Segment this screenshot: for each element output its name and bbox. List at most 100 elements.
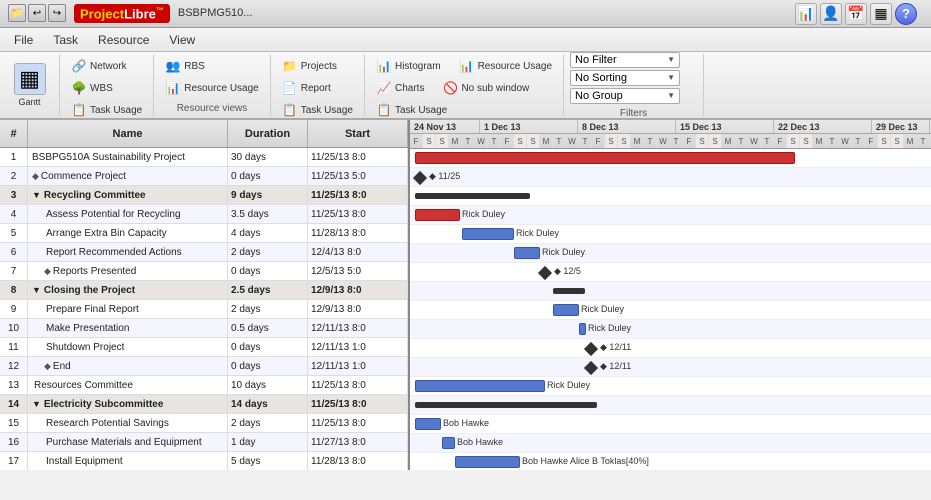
- table-row[interactable]: 14 ▼ Electricity Subcommittee 14 days 11…: [0, 395, 408, 414]
- row-start-cell: 12/11/13 8:0: [308, 319, 408, 337]
- no-filter-dropdown[interactable]: No Filter ▼: [570, 52, 680, 68]
- rbs-button[interactable]: 👥 RBS: [160, 56, 263, 76]
- gantt-bar-label: Bob Hawke Alice B Toklas[40%]: [522, 456, 649, 466]
- menu-file[interactable]: File: [4, 30, 43, 50]
- gantt-button[interactable]: ▦ Gantt: [7, 60, 53, 110]
- menu-task[interactable]: Task: [43, 30, 88, 50]
- gantt-row: Bob Hawke: [410, 434, 931, 453]
- calendar-icon[interactable]: 📅: [845, 3, 867, 25]
- other-task-usage-button[interactable]: 📋 Task Usage: [277, 100, 358, 120]
- resource-views-section: 👥 RBS 📊 Resource Usage Resource views: [154, 54, 270, 116]
- resource-usage-button[interactable]: 📊 Resource Usage: [160, 78, 263, 98]
- person-icon[interactable]: 👤: [820, 3, 842, 25]
- resource-usage-sub-button[interactable]: 📊 Resource Usage: [454, 56, 557, 76]
- no-sorting-arrow: ▼: [667, 73, 675, 82]
- chart-icon-1[interactable]: 📊: [795, 3, 817, 25]
- network-button[interactable]: 🔗 Network: [66, 56, 147, 76]
- menu-resource[interactable]: Resource: [88, 30, 159, 50]
- task-table-body: 1 BSBPG510A Sustainability Project 30 da…: [0, 148, 408, 470]
- table-row[interactable]: 4 Assess Potential for Recycling 3.5 day…: [0, 205, 408, 224]
- table-row[interactable]: 12 ◆ End 0 days 12/11/13 1:0: [0, 357, 408, 376]
- projects-button[interactable]: 📁 Projects: [277, 56, 358, 76]
- gantt-milestone-diamond: [584, 342, 598, 356]
- gantt-day-cell: T: [462, 134, 475, 148]
- sub-task-usage-button[interactable]: 📋 Task Usage: [371, 100, 452, 120]
- gantt-bar-label: Rick Duley: [516, 228, 559, 238]
- table-row[interactable]: 15 Research Potential Savings 2 days 11/…: [0, 414, 408, 433]
- row-dur-cell: 14 days: [228, 395, 308, 413]
- table-row[interactable]: 9 Prepare Final Report 2 days 12/9/13 8:…: [0, 300, 408, 319]
- projects-label: Projects: [301, 61, 337, 72]
- group-icon: ▼: [32, 190, 41, 200]
- gantt-bar-label: Bob Hawke: [457, 437, 503, 447]
- row-start-cell: 11/25/13 8:0: [308, 148, 408, 166]
- group-icon: ▼: [32, 285, 41, 295]
- table-row[interactable]: 3 ▼ Recycling Committee 9 days 11/25/13 …: [0, 186, 408, 205]
- row-name-cell: ▼ Recycling Committee: [28, 186, 228, 204]
- table-row[interactable]: 17 Install Equipment 5 days 11/28/13 8:0: [0, 452, 408, 470]
- row-start-cell: 11/25/13 5:0: [308, 167, 408, 185]
- table-row[interactable]: 6 Report Recommended Actions 2 days 12/4…: [0, 243, 408, 262]
- row-id-cell: 10: [0, 319, 28, 337]
- row-start-cell: 12/4/13 8:0: [308, 243, 408, 261]
- gantt-row: [410, 282, 931, 301]
- row-start-cell: 11/25/13 8:0: [308, 186, 408, 204]
- menu-view[interactable]: View: [159, 30, 205, 50]
- task-usage-button[interactable]: 📋 Task Usage: [66, 100, 147, 120]
- gantt-day-cell: S: [514, 134, 527, 148]
- row-name-cell: Make Presentation: [28, 319, 228, 337]
- histogram-button[interactable]: 📊 Histogram: [371, 56, 446, 76]
- table-row[interactable]: 5 Arrange Extra Bin Capacity 4 days 11/2…: [0, 224, 408, 243]
- window-icon-3[interactable]: ↪: [48, 4, 66, 22]
- wbs-button[interactable]: 🌳 WBS: [66, 78, 147, 98]
- gantt-task-bar: [415, 380, 545, 392]
- gantt-day-cell: F: [774, 134, 787, 148]
- gantt-task-bar: [462, 228, 514, 240]
- table-row[interactable]: 11 Shutdown Project 0 days 12/11/13 1:0: [0, 338, 408, 357]
- table-row[interactable]: 2 ◆ Commence Project 0 days 11/25/13 5:0: [0, 167, 408, 186]
- row-name: Electricity Subcommittee: [44, 399, 163, 410]
- gantt-task-bar: [415, 209, 460, 221]
- gantt-day-cell: T: [579, 134, 592, 148]
- gantt-bar-label: Bob Hawke: [443, 418, 489, 428]
- row-id-cell: 13: [0, 376, 28, 394]
- table-row[interactable]: 8 ▼ Closing the Project 2.5 days 12/9/13…: [0, 281, 408, 300]
- table-row[interactable]: 13 Resources Committee 10 days 11/25/13 …: [0, 376, 408, 395]
- gantt-day-cell: F: [683, 134, 696, 148]
- other-task-usage-icon: 📋: [282, 102, 298, 118]
- table-row[interactable]: 1 BSBPG510A Sustainability Project 30 da…: [0, 148, 408, 167]
- table-row[interactable]: 10 Make Presentation 0.5 days 12/11/13 8…: [0, 319, 408, 338]
- help-button[interactable]: ?: [895, 3, 917, 25]
- charts-button[interactable]: 📈 Charts: [371, 78, 429, 98]
- network-icon: 🔗: [71, 58, 87, 74]
- report-button[interactable]: 📄 Report: [277, 78, 358, 98]
- table-row[interactable]: 16 Purchase Materials and Equipment 1 da…: [0, 433, 408, 452]
- col-header-start[interactable]: Start: [308, 120, 408, 147]
- row-name-cell: Research Potential Savings: [28, 414, 228, 432]
- gantt-row: Rick Duley: [410, 301, 931, 320]
- gantt-day-cell: S: [618, 134, 631, 148]
- row-name-cell: Prepare Final Report: [28, 300, 228, 318]
- col-header-duration[interactable]: Duration: [228, 120, 308, 147]
- gantt-icon[interactable]: ▦: [870, 3, 892, 25]
- gantt-day-cell: M: [722, 134, 735, 148]
- no-sorting-dropdown[interactable]: No Sorting ▼: [570, 70, 680, 86]
- no-sub-window-button[interactable]: 🚫 No sub window: [437, 78, 534, 98]
- col-header-name[interactable]: Name: [28, 120, 228, 147]
- row-start-cell: 11/25/13 8:0: [308, 414, 408, 432]
- filters-label: Filters: [570, 106, 697, 119]
- row-name: Arrange Extra Bin Capacity: [46, 228, 167, 239]
- no-group-dropdown[interactable]: No Group ▼: [570, 88, 680, 104]
- table-row[interactable]: 7 ◆ Reports Presented 0 days 12/5/13 5:0: [0, 262, 408, 281]
- row-dur-cell: 0 days: [228, 338, 308, 356]
- gantt-day-cell: W: [657, 134, 670, 148]
- window-icon-2[interactable]: ↩: [28, 4, 46, 22]
- row-name: BSBPG510A Sustainability Project: [32, 152, 185, 163]
- row-id-cell: 17: [0, 452, 28, 470]
- row-id-cell: 5: [0, 224, 28, 242]
- gantt-days-row: FSSMTWTFSSMTWTFSSMTWTFSSMTWTFSSMTWTFSSMT: [410, 134, 931, 148]
- row-dur-cell: 10 days: [228, 376, 308, 394]
- row-dur-cell: 30 days: [228, 148, 308, 166]
- window-icon-1[interactable]: 📁: [8, 4, 26, 22]
- gantt-row: Bob Hawke Alice B Toklas[40%]: [410, 453, 931, 470]
